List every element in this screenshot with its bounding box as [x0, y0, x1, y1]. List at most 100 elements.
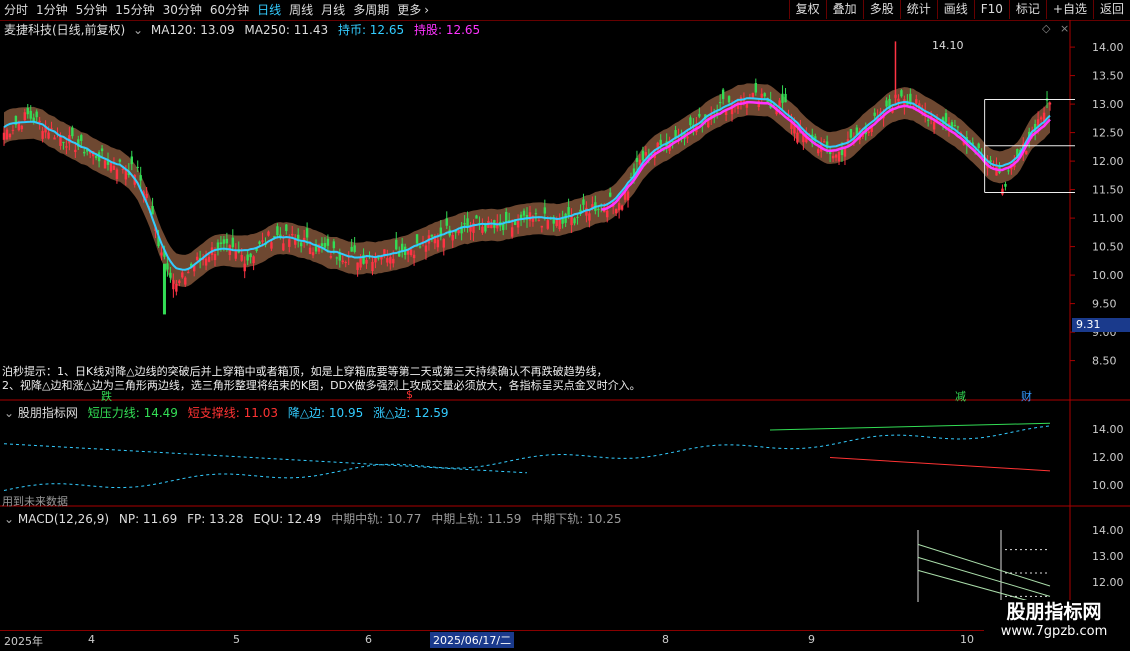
candle-body	[323, 243, 327, 248]
watermark-logo: 股朋指标网 www.7gpzb.com	[984, 600, 1124, 644]
time-label-year: 2025年	[4, 635, 43, 648]
candle-body	[817, 149, 820, 154]
candle-body	[118, 159, 122, 162]
candle-body	[308, 247, 312, 254]
indicator-mid-lower: 中期下轨: 10.25	[531, 512, 622, 526]
candle-body	[644, 152, 648, 156]
candle-body	[546, 220, 550, 229]
candle-body	[166, 263, 169, 270]
candle-body	[243, 263, 246, 272]
signal-reduce: 减	[955, 390, 966, 403]
candle-body	[356, 262, 359, 270]
time-label-selected[interactable]: 2025/06/17/二	[430, 632, 515, 648]
future-data-note: 用到未来数据	[2, 495, 68, 508]
chevron-down-icon[interactable]: ⌄	[4, 406, 14, 420]
short-resistance-line	[769, 422, 1051, 431]
candle-body	[641, 150, 645, 161]
indicator-down-triangle: 降△边: 10.95	[287, 406, 364, 420]
candle-body	[840, 149, 844, 156]
panel-options: ◇ ×	[1042, 22, 1069, 35]
candle-body	[609, 192, 612, 197]
candle-body	[207, 256, 211, 262]
candle-body	[121, 168, 125, 170]
candle-body	[288, 239, 291, 247]
chevron-down-icon[interactable]: ⌄	[4, 512, 14, 526]
candle-body	[849, 129, 853, 138]
candle-body	[291, 233, 294, 236]
candle-body	[270, 242, 273, 249]
indicator-short-resistance: 短压力线: 14.49	[87, 406, 178, 420]
signal-finance: 财	[1021, 390, 1032, 403]
indicator-np: NP: 11.69	[118, 512, 178, 526]
candle-body	[760, 93, 763, 98]
candle-body	[246, 254, 249, 261]
diamond-icon[interactable]: ◇	[1042, 22, 1050, 35]
candle-body	[371, 261, 374, 271]
candle-body	[62, 141, 65, 143]
down-triangle-line	[3, 425, 1051, 491]
panel3-tick-0: 14.00	[1092, 524, 1124, 537]
time-label-apr: 4	[88, 633, 95, 646]
candle-body	[204, 258, 208, 266]
candle-body	[617, 203, 621, 211]
panel3-tick-1: 13.00	[1092, 550, 1124, 563]
up-triangle-line	[3, 443, 528, 474]
indicator-equ: EQU: 12.49	[253, 512, 322, 526]
chevron-down-icon[interactable]: ⌄	[133, 23, 143, 37]
candle-body	[181, 272, 184, 278]
candle-body	[219, 242, 223, 244]
low-price-badge: 9.31	[1072, 318, 1130, 332]
candle-body	[926, 119, 930, 121]
candle-body	[41, 131, 44, 139]
candle-body	[763, 93, 766, 97]
panel2-title: 股朋指标网	[17, 406, 78, 420]
y-tick-label: 11.50	[1092, 184, 1124, 197]
candle-body	[392, 258, 395, 264]
candle-body	[389, 257, 392, 264]
candle-body	[5, 129, 9, 140]
y-tick-label: 12.00	[1092, 155, 1124, 168]
indicator-ma120: MA120: 13.09	[150, 23, 235, 37]
panel3-header: ⌄ MACD(12,26,9) NP: 11.69 FP: 13.28 EQU:…	[4, 510, 621, 527]
candle-body	[793, 125, 796, 134]
candle-body	[311, 252, 315, 256]
signal-dollar: $	[406, 388, 413, 401]
candle-body	[522, 210, 526, 216]
indicator-mid-center: 中期中轨: 10.77	[331, 512, 422, 526]
candle-body	[614, 208, 618, 214]
moving-lines	[3, 97, 1051, 271]
candle-body	[956, 126, 960, 128]
candle-body	[570, 215, 573, 226]
candle-body	[588, 213, 591, 221]
candle-body	[195, 256, 199, 261]
indicator-hold-stock: 持股: 12.65	[413, 23, 481, 37]
panel2-header: ⌄ 股朋指标网 短压力线: 14.49 短支撑线: 11.03 降△边: 10.…	[4, 404, 449, 421]
candle-body	[178, 280, 181, 284]
y-tick-label: 10.50	[1092, 241, 1124, 254]
candle-body	[781, 93, 784, 103]
candle-body	[573, 218, 576, 224]
line-hold-cash	[3, 97, 1051, 271]
candle-body	[29, 110, 32, 119]
candle-body	[606, 210, 609, 218]
candle-body	[47, 132, 50, 139]
candle-body	[418, 246, 422, 248]
candle-body	[136, 166, 139, 168]
close-icon[interactable]: ×	[1060, 22, 1069, 35]
panel2-tick-0: 14.00	[1092, 423, 1124, 436]
candle-body	[885, 100, 888, 107]
candle-body	[873, 112, 876, 116]
stock-title: 麦捷科技(日线,前复权)	[4, 23, 126, 37]
candle-body	[659, 139, 662, 146]
candle-body	[276, 226, 279, 236]
candle-body	[626, 191, 630, 201]
y-tick-label: 12.50	[1092, 127, 1124, 140]
chart-canvas[interactable]: 14.00 13.50 13.00 12.50 12.00 11.50 11.00 10.50…	[0, 0, 1130, 650]
macd-channel-line	[917, 543, 1051, 587]
candle-body	[341, 260, 344, 263]
candle-body	[359, 258, 362, 268]
candle-body	[784, 93, 787, 103]
y-tick-label: 8.50	[1092, 355, 1117, 368]
candle-body	[534, 213, 538, 215]
candle-body	[395, 239, 398, 250]
